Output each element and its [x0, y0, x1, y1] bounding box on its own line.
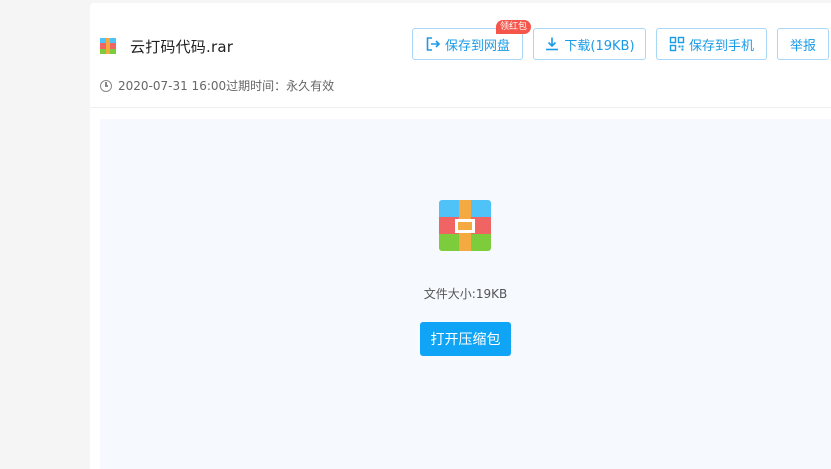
save-to-phone-button[interactable]: 保存到手机 [656, 28, 767, 60]
report-label: 举报 [789, 38, 816, 54]
toolbar: 保存到网盘 下载(19KB) 保存到手机 举报 [90, 28, 831, 62]
save-to-disk-icon [425, 36, 441, 52]
open-archive-button[interactable]: 打开压缩包 [420, 322, 511, 356]
red-packet-badge[interactable]: 领红包 [496, 20, 532, 34]
preview-area: 文件大小:19KB 打开压缩包 [100, 119, 831, 469]
download-icon [544, 36, 560, 52]
file-meta: 2020-07-31 16:00过期时间：永久有效 [100, 77, 334, 94]
download-button[interactable]: 下载(19KB) [533, 28, 646, 60]
file-card: 云打码代码.rar 2020-07-31 16:00过期时间：永久有效 保存到网… [90, 3, 831, 469]
expiry-text: 2020-07-31 16:00过期时间：永久有效 [118, 79, 335, 93]
archive-icon [439, 200, 491, 251]
save-to-phone-label: 保存到手机 [688, 38, 754, 54]
save-to-disk-label: 保存到网盘 [444, 38, 510, 54]
header-divider [90, 107, 831, 108]
qr-code-icon [669, 36, 685, 52]
report-button[interactable]: 举报 [777, 28, 829, 60]
file-size-label: 文件大小:19KB [423, 287, 508, 301]
download-label: 下载(19KB) [564, 38, 635, 54]
clock-icon [100, 79, 112, 92]
